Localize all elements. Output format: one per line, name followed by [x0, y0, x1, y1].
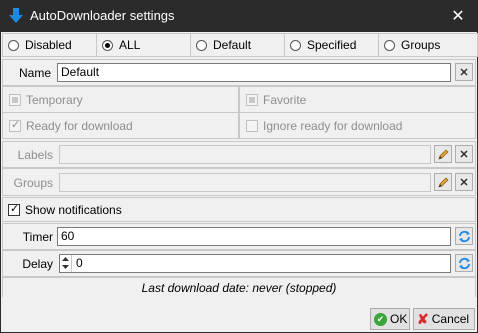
show-notifications-checkbox[interactable]: ✓ [8, 203, 20, 216]
radio-default[interactable]: Default [190, 33, 286, 57]
window-title: AutoDownloader settings [30, 8, 175, 23]
checkmark-icon: ✓ [10, 203, 20, 215]
cancel-label: Cancel [431, 312, 470, 326]
name-row: Name Default ✕ [2, 59, 476, 86]
radio-circle-icon [290, 39, 301, 51]
radio-label: Groups [401, 38, 441, 52]
delay-row: Delay 0 [2, 250, 476, 277]
ok-label: OK [390, 312, 408, 326]
last-download-status: Last download date: never (stopped) [141, 281, 337, 295]
dialog-footer: ✔ OK ✘ Cancel [2, 305, 476, 332]
timer-input[interactable]: 60 [57, 227, 451, 246]
name-label: Name [18, 66, 51, 80]
title-bar[interactable]: AutoDownloader settings ✕ [0, 0, 478, 32]
cancel-button[interactable]: ✘ Cancel [413, 308, 475, 330]
radio-disabled[interactable]: Disabled [2, 33, 98, 57]
ignore-ready-label: Ignore ready for download [263, 119, 403, 133]
spinner-arrows-icon [62, 257, 69, 269]
close-icon: ✕ [451, 8, 465, 25]
temporary-label: Temporary [26, 93, 83, 107]
notifications-row: ✓ Show notifications [2, 197, 476, 222]
radio-label: Specified [307, 38, 357, 52]
close-button[interactable]: ✕ [438, 0, 478, 32]
pencil-icon [437, 177, 448, 188]
ready-label: Ready for download [26, 119, 133, 133]
groups-edit-button[interactable] [434, 173, 452, 191]
radio-groups[interactable]: Groups [378, 33, 478, 57]
delay-input[interactable]: 0 [59, 254, 451, 273]
clear-icon: ✕ [459, 176, 469, 189]
ok-button[interactable]: ✔ OK [370, 308, 410, 330]
dialog-body: Disabled ALL Default Specified Groups Na… [1, 32, 478, 332]
download-arrow-icon [9, 8, 23, 23]
delay-spinner[interactable] [60, 255, 72, 272]
name-input[interactable]: Default [57, 63, 451, 82]
clear-icon: ✕ [459, 148, 469, 161]
mode-radio-group: Disabled ALL Default Specified Groups [2, 33, 478, 57]
delay-label: Delay [22, 257, 53, 271]
radio-label: Default [213, 38, 252, 52]
groups-clear-button[interactable]: ✕ [455, 173, 473, 191]
groups-label: Groups [13, 176, 53, 190]
radio-circle-icon [196, 39, 207, 51]
ignore-ready-checkbox[interactable] [246, 120, 258, 132]
checkmark-icon: ✓ [11, 119, 21, 131]
labels-clear-button[interactable]: ✕ [455, 145, 473, 163]
radio-label: Disabled [25, 38, 72, 52]
radio-all[interactable]: ALL [96, 33, 192, 57]
radio-label: ALL [119, 38, 141, 52]
refresh-icon [458, 257, 470, 269]
show-notifications-label: Show notifications [25, 203, 122, 217]
timer-refresh-button[interactable] [455, 227, 473, 245]
groups-input[interactable] [59, 173, 431, 192]
name-clear-button[interactable]: ✕ [455, 63, 473, 81]
labels-input[interactable] [59, 145, 431, 164]
ready-checkbox[interactable]: ✓ [9, 119, 21, 132]
favorite-checkbox[interactable] [246, 94, 258, 106]
clear-icon: ✕ [459, 66, 469, 79]
delay-refresh-button[interactable] [455, 254, 473, 272]
labels-edit-button[interactable] [434, 145, 452, 163]
timer-row: Timer 60 [2, 223, 476, 250]
favorite-row: Favorite [239, 86, 476, 113]
cancel-x-icon: ✘ [417, 310, 429, 327]
labels-row: Labels ✕ [2, 141, 476, 168]
temporary-checkbox[interactable] [9, 94, 21, 106]
temporary-row: Temporary [2, 86, 239, 113]
radio-circle-icon [384, 39, 395, 51]
timer-label: Timer [22, 230, 53, 244]
radio-selected-icon [102, 39, 113, 51]
pencil-icon [437, 149, 448, 160]
refresh-icon [458, 230, 470, 242]
radio-specified[interactable]: Specified [284, 33, 380, 57]
status-row: Last download date: never (stopped) [2, 277, 476, 297]
ready-row: ✓ Ready for download [2, 112, 239, 139]
radio-circle-icon [8, 39, 19, 51]
labels-label: Labels [17, 148, 53, 162]
settings-window: AutoDownloader settings ✕ Disabled ALL D… [0, 0, 478, 333]
ignore-ready-row: Ignore ready for download [239, 112, 476, 139]
favorite-label: Favorite [263, 93, 307, 107]
ok-check-icon: ✔ [374, 312, 387, 326]
delay-value: 0 [76, 256, 83, 270]
groups-row: Groups ✕ [2, 168, 476, 196]
